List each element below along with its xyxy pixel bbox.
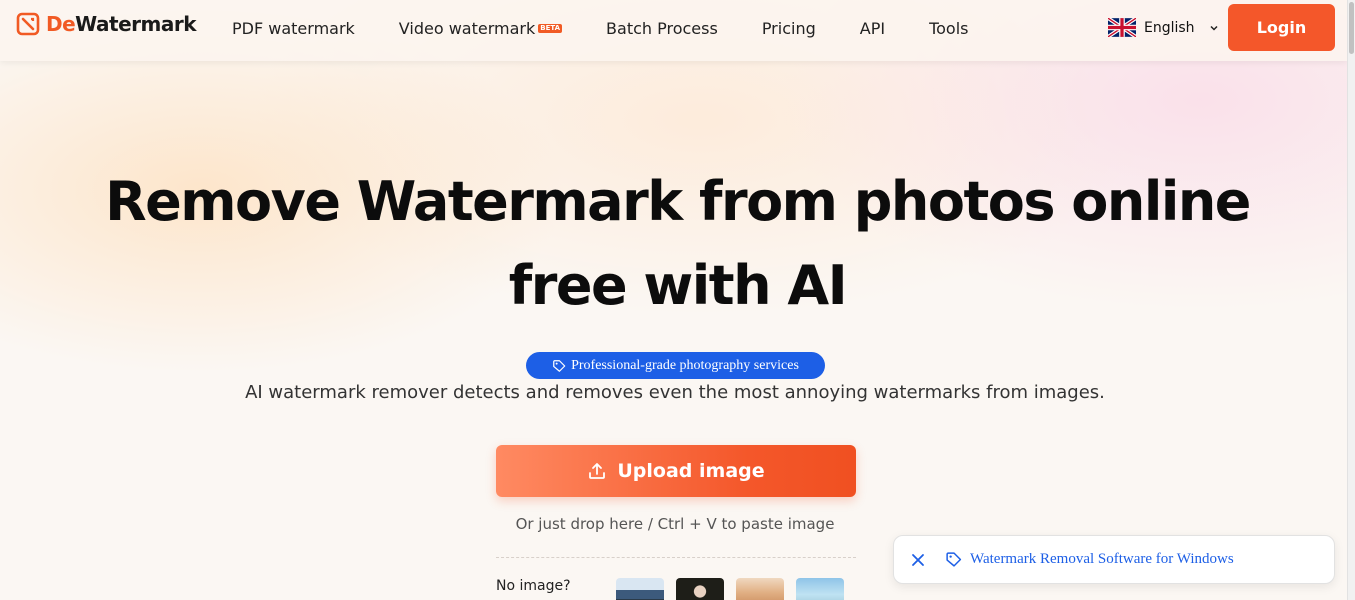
upload-image-button[interactable]: Upload image — [496, 445, 856, 497]
uk-flag-icon — [1108, 18, 1136, 37]
sample-image-thumbnail[interactable] — [616, 578, 664, 600]
sample-image-thumbnail[interactable] — [676, 578, 724, 600]
windows-software-link[interactable]: Watermark Removal Software for Windows — [970, 551, 1234, 568]
service-badge-label: Professional-grade photography services — [571, 357, 799, 373]
login-button[interactable]: Login — [1228, 4, 1335, 51]
logo[interactable]: DeWatermark — [16, 12, 197, 36]
top-navbar: DeWatermark PDF watermark Video watermar… — [0, 0, 1347, 61]
tag-icon — [553, 359, 566, 372]
scrollbar-thumb[interactable] — [1349, 2, 1354, 54]
title-line-2: free with AI — [508, 254, 848, 317]
main-nav: PDF watermark Video watermark BETA Batch … — [232, 0, 1012, 57]
no-image-label: No image? — [496, 578, 571, 594]
upload-icon — [589, 463, 606, 479]
logo-text: DeWatermark — [46, 12, 197, 36]
tag-icon — [946, 552, 962, 567]
chevron-down-icon — [1210, 25, 1218, 31]
hero-subtitle: AI watermark remover detects and removes… — [245, 382, 1105, 403]
dewatermark-logo-icon — [16, 12, 40, 36]
sample-image-thumbnail[interactable] — [736, 578, 784, 600]
dashed-divider — [496, 557, 856, 558]
nav-pricing[interactable]: Pricing — [762, 19, 816, 38]
nav-api[interactable]: API — [860, 19, 885, 38]
service-badge: Professional-grade photography services — [526, 352, 825, 379]
page-scrollbar[interactable] — [1347, 0, 1355, 600]
nav-tools[interactable]: Tools — [929, 19, 968, 38]
language-selector[interactable]: English — [1108, 18, 1219, 37]
nav-pdf-watermark[interactable]: PDF watermark — [232, 19, 355, 38]
upload-image-label: Upload image — [617, 460, 765, 482]
nav-video-watermark[interactable]: Video watermark BETA — [399, 19, 563, 38]
drop-paste-hint: Or just drop here / Ctrl + V to paste im… — [515, 515, 835, 533]
language-label: English — [1144, 19, 1195, 36]
sample-images — [616, 578, 844, 600]
nav-batch-process[interactable]: Batch Process — [606, 19, 718, 38]
promo-toast: Watermark Removal Software for Windows — [893, 535, 1335, 584]
title-line-1: Remove Watermark from photos online — [105, 170, 1251, 233]
beta-badge: BETA — [538, 24, 563, 33]
page-title: Remove Watermark from photos online free… — [0, 160, 1355, 328]
close-icon[interactable] — [911, 553, 925, 567]
sample-image-thumbnail[interactable] — [796, 578, 844, 600]
